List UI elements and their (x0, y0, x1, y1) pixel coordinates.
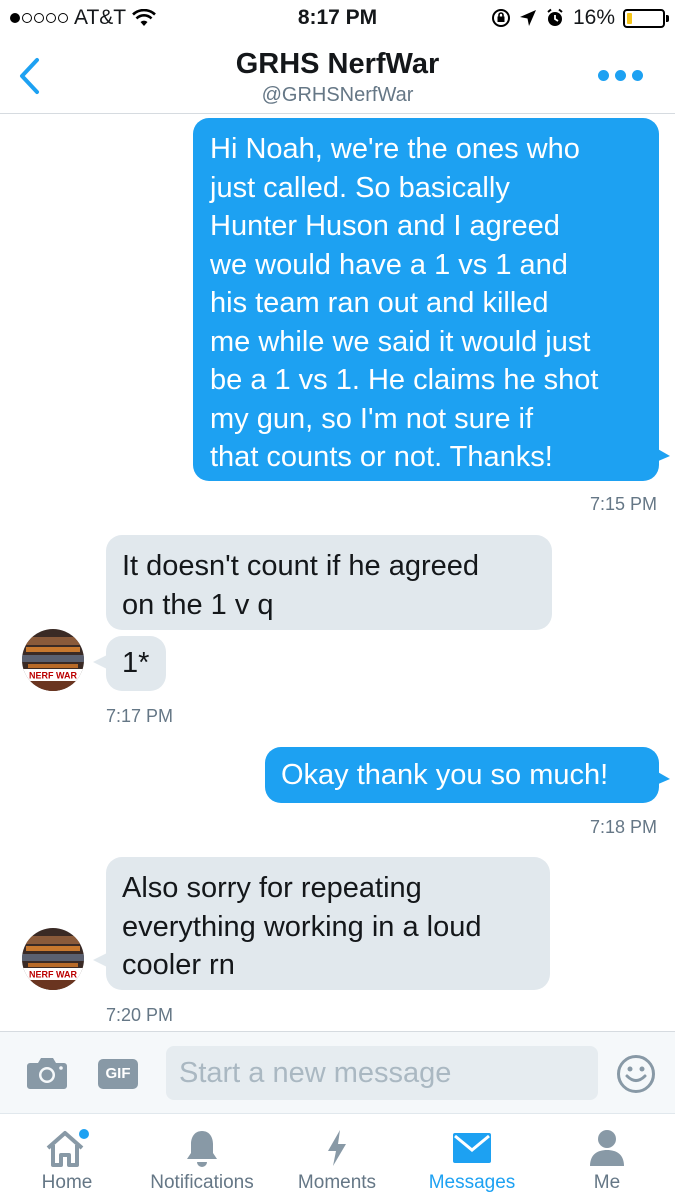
message-line: Hi Noah, we're the ones who (210, 133, 580, 165)
conversation-title: GRHS NerfWar (235, 48, 440, 80)
avatar-logo-text: NERF WAR (29, 970, 77, 980)
message-line: we would have a 1 vs 1 and (210, 248, 568, 281)
battery-icon (623, 8, 669, 28)
bell-icon (187, 1131, 217, 1167)
envelope-icon (453, 1133, 491, 1163)
tab-label: Me (593, 1172, 621, 1193)
message-input[interactable] (166, 1046, 598, 1100)
tab-home[interactable]: Home (22, 1114, 112, 1200)
message-line: Also sorry for repeating (122, 872, 422, 904)
conversation-header: GRHS NerfWar @GRHSNerfWar (0, 38, 675, 114)
emoji-icon[interactable] (616, 1054, 656, 1094)
tab-label: Messages (428, 1172, 516, 1193)
tab-messages[interactable]: Messages (418, 1114, 526, 1200)
tab-bar: Home Notifications Moments Messages Me (0, 1113, 675, 1200)
avatar[interactable]: NERF WAR (22, 928, 84, 990)
home-icon (46, 1129, 89, 1167)
rotation-lock-icon (491, 9, 510, 27)
message-line: It doesn't count if he agreed (122, 550, 480, 582)
received-message-bubble[interactable]: Also sorry for repeating everything work… (106, 857, 550, 990)
tab-moments[interactable]: Moments (287, 1114, 387, 1200)
message-timestamp: 7:18 PM (589, 817, 657, 837)
tab-me[interactable]: Me (572, 1114, 642, 1200)
message-line: Hunter Huson and I agreed (210, 210, 560, 242)
battery-level (627, 12, 632, 24)
bubble-tail (93, 953, 107, 967)
message-line: on the 1 v q (122, 588, 274, 621)
message-line: me while we said it would just (210, 325, 591, 358)
nerfwar-avatar-image: NERF WAR (22, 629, 84, 691)
message-line: just called. So basically (210, 171, 510, 204)
bubble-tail (656, 771, 670, 785)
more-options-icon[interactable] (598, 70, 643, 81)
tab-label: Home (41, 1172, 93, 1193)
location-arrow-icon (519, 10, 536, 26)
tab-label: Notifications (150, 1172, 254, 1193)
message-timestamp: 7:17 PM (106, 706, 174, 726)
message-line: my gun, so I'm not sure if (210, 402, 534, 435)
tab-label: Moments (297, 1172, 377, 1193)
message-composer: GIF (0, 1031, 675, 1113)
tab-notifications[interactable]: Notifications (138, 1114, 266, 1200)
message-line: Okay thank you so much! (281, 759, 609, 791)
sent-message-bubble[interactable]: Hi Noah, we're the ones who just called.… (193, 118, 659, 481)
message-line: be a 1 vs 1. He claims he shot (210, 364, 599, 396)
message-line: everything working in a loud (122, 910, 482, 943)
message-timestamp: 7:15 PM (589, 494, 657, 514)
system-status: 16% (491, 6, 669, 30)
message-line: that counts or not. Thanks! (210, 441, 553, 473)
lightning-icon (328, 1130, 346, 1166)
message-line: his team ran out and killed (210, 287, 549, 319)
message-line: 1* (122, 647, 150, 679)
received-message-bubble[interactable]: 1* (106, 636, 166, 691)
message-line: cooler rn (122, 949, 235, 981)
conversation-handle: @GRHSNerfWar (261, 84, 414, 106)
camera-icon[interactable] (26, 1056, 68, 1090)
nerfwar-avatar-image: NERF WAR (22, 928, 84, 990)
sent-message-bubble[interactable]: Okay thank you so much! (265, 747, 659, 803)
bubble-tail (93, 655, 107, 669)
message-timestamp: 7:20 PM (106, 1005, 174, 1025)
person-icon (590, 1130, 624, 1166)
gif-button[interactable]: GIF (98, 1059, 138, 1089)
battery-percent: 16% (572, 6, 615, 29)
alarm-icon (547, 8, 563, 26)
avatar-logo-text: NERF WAR (29, 671, 77, 681)
avatar[interactable]: NERF WAR (22, 629, 84, 691)
received-message-bubble[interactable]: It doesn't count if he agreed on the 1 v… (106, 535, 552, 630)
status-bar: AT&T 8:17 PM 16% (0, 0, 675, 38)
bubble-tail (656, 448, 670, 462)
